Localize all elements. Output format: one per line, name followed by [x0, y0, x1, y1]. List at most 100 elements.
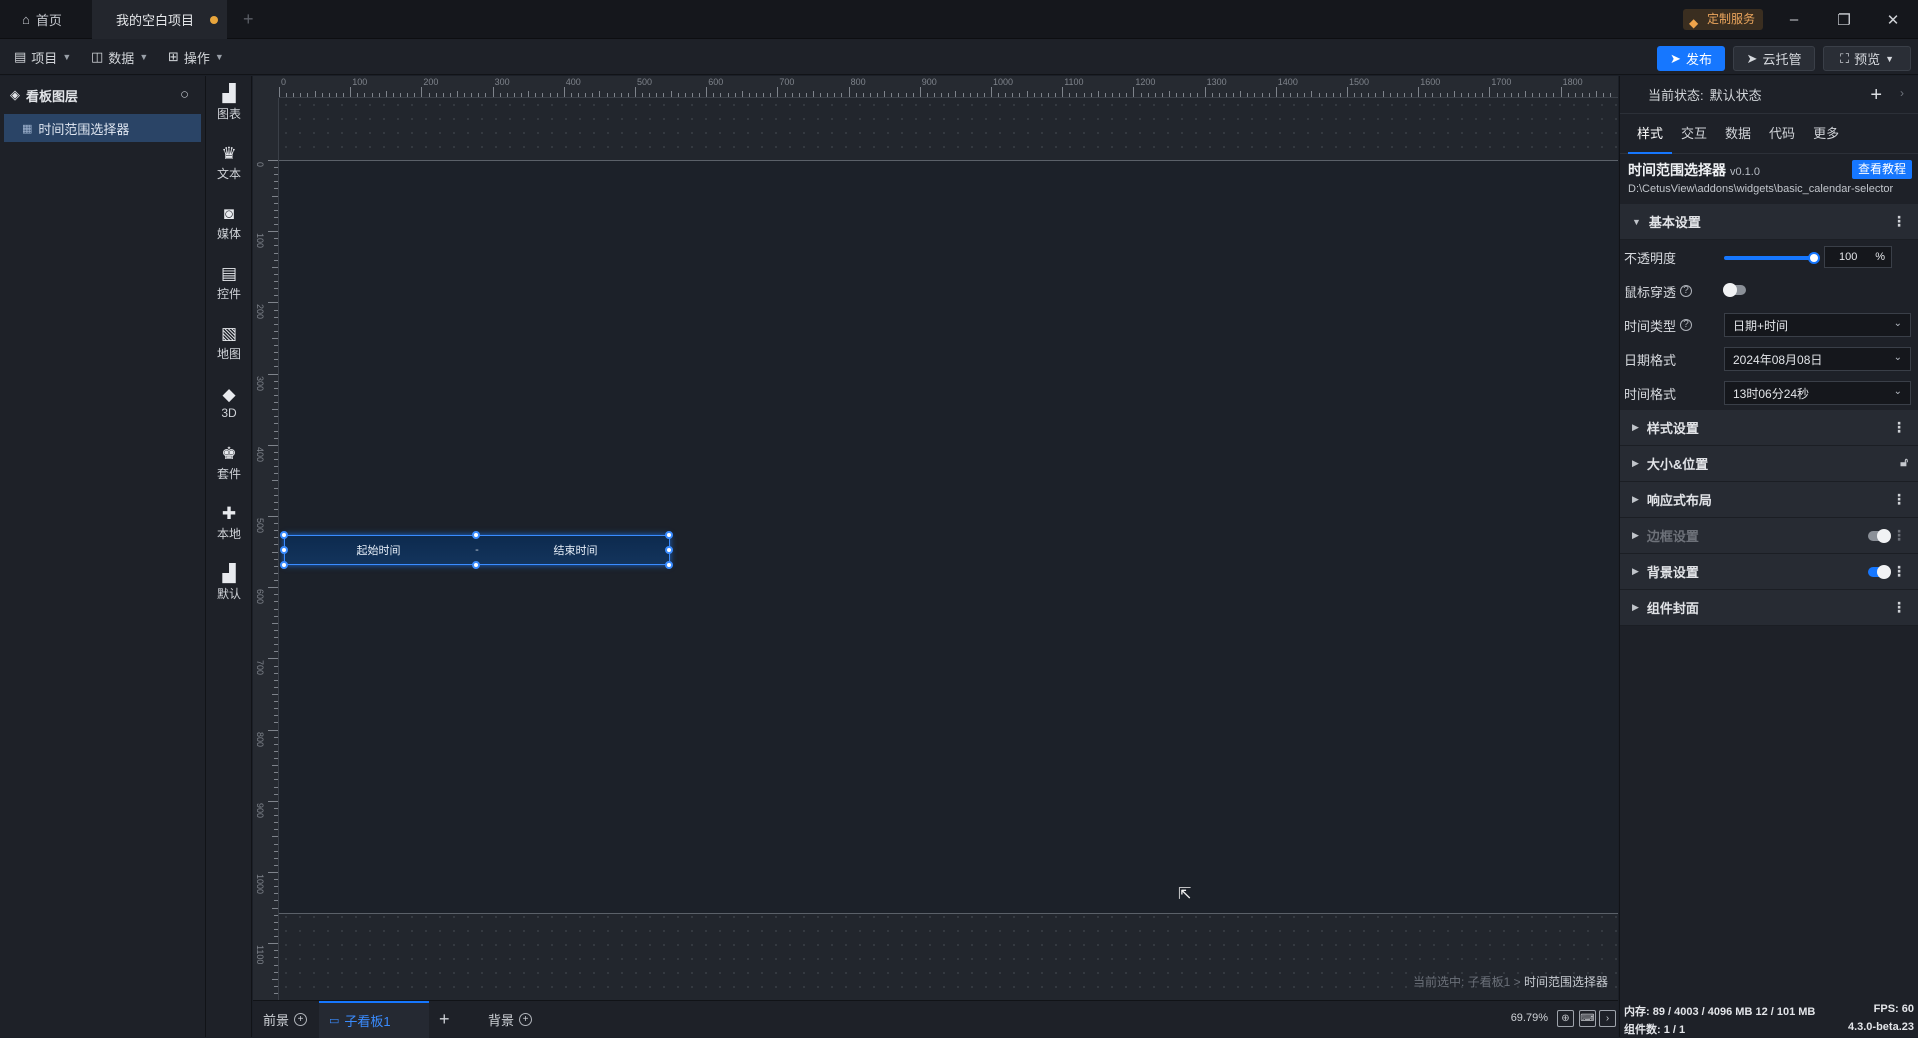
tutorial-button[interactable]: 查看教程	[1852, 160, 1912, 179]
resize-handle[interactable]	[472, 561, 480, 569]
section-cover[interactable]: ▶ 组件封面 ⋮	[1620, 590, 1918, 626]
tab-code[interactable]: 代码	[1760, 114, 1804, 154]
ruler-vertical[interactable]: 010020030040050060070080090010001100	[253, 98, 279, 1000]
section-size-position[interactable]: ▶ 大小&位置 🔓︎	[1620, 446, 1918, 482]
tab-interaction[interactable]: 交互	[1672, 114, 1716, 154]
more-vertical-icon[interactable]: ⋮	[1892, 213, 1906, 230]
fit-screen-icon[interactable]: ⊕	[1557, 1010, 1574, 1027]
ruler-tick	[1254, 93, 1255, 97]
cloud-host-button[interactable]: ➤ 云托管	[1733, 46, 1815, 71]
editor-canvas[interactable]: 起始时间 - 结束时间 ⇱ 当前选中: 子看板1 > 时间范围选择器	[279, 98, 1618, 1000]
resize-handle[interactable]	[280, 561, 288, 569]
ruler-tick	[585, 93, 586, 97]
tool-3d[interactable]: ◆3D	[206, 376, 252, 430]
ruler-tick	[1197, 93, 1198, 97]
section-basic-label: 基本设置	[1649, 212, 1701, 231]
tab-home[interactable]: ⌂ 首页	[0, 0, 92, 39]
add-state-icon[interactable]: +	[1870, 84, 1882, 107]
resize-handle[interactable]	[665, 546, 673, 554]
tab-style[interactable]: 样式	[1628, 114, 1672, 154]
tab-background[interactable]: 背景 +	[488, 1001, 532, 1038]
state-value[interactable]: 默认状态	[1710, 85, 1762, 104]
close-button[interactable]: ✕	[1870, 0, 1916, 39]
resize-handle[interactable]	[665, 561, 673, 569]
resize-handle[interactable]	[280, 546, 288, 554]
zoom-level[interactable]: 69.79%	[1511, 1012, 1548, 1024]
tool-chart[interactable]: ▟图表	[206, 76, 252, 130]
caret-right-icon: ▶	[1632, 602, 1639, 613]
opacity-slider[interactable]	[1724, 256, 1814, 260]
ruler-tick-label: 100	[352, 77, 367, 87]
tool-media[interactable]: ◙媒体	[206, 196, 252, 250]
add-circle-icon[interactable]: +	[519, 1013, 532, 1026]
add-tab-button[interactable]: +	[243, 0, 254, 39]
tab-project[interactable]: 我的空白项目	[92, 0, 227, 39]
ruler-tick	[706, 87, 707, 97]
more-vertical-icon[interactable]: ⋮	[1892, 419, 1906, 436]
section-basic[interactable]: ▼ 基本设置 ⋮	[1620, 204, 1918, 240]
tool-default[interactable]: ▟默认	[206, 556, 252, 610]
minimize-button[interactable]: –	[1771, 0, 1817, 39]
resize-handle[interactable]	[280, 531, 288, 539]
tool-local[interactable]: ✚本地	[206, 496, 252, 550]
background-toggle[interactable]	[1868, 567, 1890, 577]
section-background[interactable]: ▶ 背景设置 ⋮	[1620, 554, 1918, 590]
tab-data[interactable]: 数据	[1716, 114, 1760, 154]
more-vertical-icon[interactable]: ⋮	[1892, 491, 1906, 508]
tool-map[interactable]: ▧地图	[206, 316, 252, 370]
ruler-tick	[1034, 93, 1035, 97]
menu-operate[interactable]: ⊞ 操作 ▼	[168, 39, 224, 75]
tool-kit[interactable]: ♚套件	[206, 436, 252, 490]
add-circle-icon[interactable]: +	[294, 1013, 307, 1026]
ruler-tick	[941, 93, 942, 97]
home-icon: ⌂	[22, 12, 30, 27]
help-icon[interactable]: ?	[1680, 285, 1692, 297]
artboard[interactable]: 起始时间 - 结束时间	[279, 160, 1618, 914]
ruler-tick	[1041, 93, 1042, 97]
preview-label: 预览	[1854, 49, 1880, 68]
time-format-select[interactable]: 13时06分24秒 ⌄	[1724, 381, 1911, 405]
ruler-tick	[799, 93, 800, 97]
add-board-button[interactable]: +	[439, 1001, 450, 1038]
menu-project[interactable]: ▤ 项目 ▼	[14, 39, 71, 75]
resize-handle[interactable]	[472, 531, 480, 539]
ruler-tick	[1141, 93, 1142, 97]
publish-button[interactable]: ➤ 发布	[1657, 46, 1725, 71]
section-style[interactable]: ▶ 样式设置 ⋮	[1620, 410, 1918, 446]
tab-foreground[interactable]: 前景 +	[263, 1001, 307, 1038]
ruler-tick	[485, 93, 486, 97]
menu-data[interactable]: ◫ 数据 ▼	[91, 39, 148, 75]
section-responsive[interactable]: ▶ 响应式布局 ⋮	[1620, 482, 1918, 518]
ruler-tick	[274, 317, 278, 318]
mouse-through-toggle[interactable]	[1724, 285, 1746, 295]
ruler-horizontal[interactable]: 0100200300400500600700800900100011001200…	[253, 76, 1618, 98]
date-format-select[interactable]: 2024年08月08日 ⌄	[1724, 347, 1911, 371]
keyboard-icon[interactable]: ⌨	[1579, 1010, 1596, 1027]
tool-text[interactable]: ♛文本	[206, 136, 252, 190]
ruler-tick-label: 700	[255, 660, 265, 675]
opacity-input[interactable]: 100 %	[1824, 246, 1892, 268]
section-border[interactable]: ▶ 边框设置 ⋮	[1620, 518, 1918, 554]
tool-control[interactable]: ▤控件	[206, 256, 252, 310]
lock-icon[interactable]: 🔓︎	[1900, 455, 1908, 470]
search-icon[interactable]: ○	[180, 86, 189, 103]
resize-handle[interactable]	[665, 531, 673, 539]
ruler-tick-label: 0	[255, 162, 265, 167]
more-vertical-icon[interactable]: ⋮	[1892, 599, 1906, 616]
time-type-select[interactable]: 日期+时间 ⌄	[1724, 313, 1911, 337]
tab-more[interactable]: 更多	[1804, 114, 1848, 154]
layer-item[interactable]: ▦ 时间范围选择器	[4, 114, 201, 142]
custom-service-button[interactable]: ◆ 定制服务	[1683, 9, 1763, 30]
chevron-right-icon[interactable]: ›	[1900, 86, 1904, 100]
cloud-host-label: 云托管	[1762, 49, 1801, 68]
terminal-icon[interactable]: ›	[1599, 1010, 1616, 1027]
slider-knob[interactable]	[1808, 252, 1820, 264]
tab-subboard[interactable]: ▭ 子看板1	[319, 1001, 429, 1038]
restore-button[interactable]: ❐	[1821, 0, 1867, 39]
more-vertical-icon[interactable]: ⋮	[1892, 563, 1906, 580]
ruler-tick-label: 300	[495, 77, 510, 87]
border-toggle[interactable]	[1868, 531, 1890, 541]
help-icon[interactable]: ?	[1680, 319, 1692, 331]
more-vertical-icon[interactable]: ⋮	[1892, 527, 1906, 544]
preview-button[interactable]: ⛶ 预览 ▼	[1823, 46, 1911, 71]
